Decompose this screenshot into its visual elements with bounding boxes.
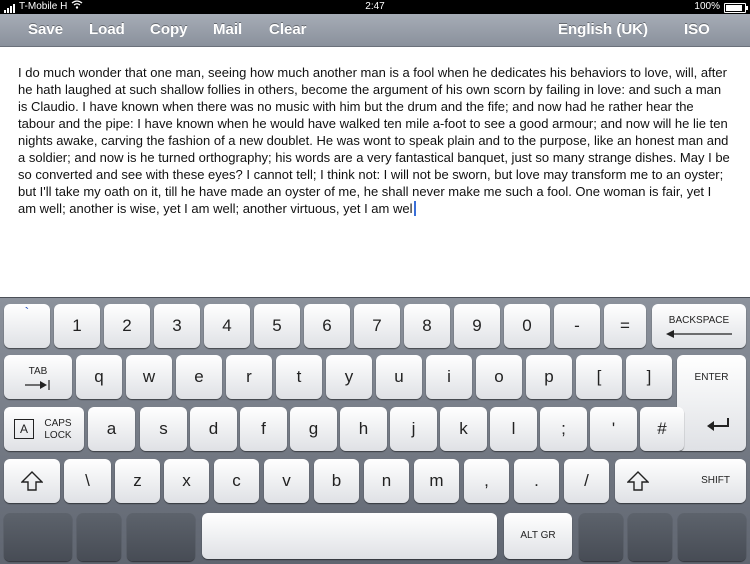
key-v[interactable]: v bbox=[264, 459, 309, 503]
blank-key-4[interactable] bbox=[579, 513, 623, 561]
battery-icon bbox=[724, 2, 748, 13]
key-4[interactable]: 4 bbox=[204, 304, 250, 348]
layout-button[interactable]: ISO bbox=[684, 14, 710, 46]
caps-lock-key[interactable]: A CAPS LOCK bbox=[4, 407, 84, 451]
enter-label: ENTER bbox=[694, 372, 729, 383]
save-button[interactable]: Save bbox=[28, 14, 63, 46]
key-n[interactable]: n bbox=[364, 459, 409, 503]
key-period[interactable]: . bbox=[514, 459, 559, 503]
key-g[interactable]: g bbox=[290, 407, 337, 451]
tab-label: TAB bbox=[28, 366, 48, 377]
right-shift-key[interactable]: SHIFT bbox=[615, 459, 746, 503]
key-s[interactable]: s bbox=[140, 407, 187, 451]
key-t[interactable]: t bbox=[276, 355, 322, 399]
key-left-bracket[interactable]: [ bbox=[576, 355, 622, 399]
key-backslash[interactable]: \ bbox=[64, 459, 111, 503]
key-i[interactable]: i bbox=[426, 355, 472, 399]
key-l[interactable]: l bbox=[490, 407, 537, 451]
load-button[interactable]: Load bbox=[89, 14, 125, 46]
enter-key[interactable]: ENTER bbox=[677, 355, 746, 451]
key-h[interactable]: h bbox=[340, 407, 387, 451]
key-j[interactable]: j bbox=[390, 407, 437, 451]
status-bar: T-Mobile H 2:47 100% bbox=[0, 0, 750, 14]
key-2[interactable]: 2 bbox=[104, 304, 150, 348]
shift-label: SHIFT bbox=[701, 475, 730, 486]
left-shift-key[interactable] bbox=[4, 459, 60, 503]
key-minus[interactable]: - bbox=[554, 304, 600, 348]
key-b[interactable]: b bbox=[314, 459, 359, 503]
key-r[interactable]: r bbox=[226, 355, 272, 399]
key-e[interactable]: e bbox=[176, 355, 222, 399]
status-right: 100% bbox=[694, 0, 748, 14]
key-slash[interactable]: / bbox=[564, 459, 609, 503]
key-f[interactable]: f bbox=[240, 407, 287, 451]
key-c[interactable]: c bbox=[214, 459, 259, 503]
key-9[interactable]: 9 bbox=[454, 304, 500, 348]
key-7[interactable]: 7 bbox=[354, 304, 400, 348]
key-m[interactable]: m bbox=[414, 459, 459, 503]
key-apostrophe[interactable]: ' bbox=[590, 407, 637, 451]
key-6[interactable]: 6 bbox=[304, 304, 350, 348]
mail-button[interactable]: Mail bbox=[213, 14, 242, 46]
text-editor[interactable]: I do much wonder that one man, seeing ho… bbox=[18, 64, 730, 284]
key-5[interactable]: 5 bbox=[254, 304, 300, 348]
backspace-label: BACKSPACE bbox=[668, 315, 730, 326]
key-1[interactable]: 1 bbox=[54, 304, 100, 348]
document-text: I do much wonder that one man, seeing ho… bbox=[18, 65, 730, 216]
keyboard: ` 1 2 3 4 5 6 7 8 9 0 - = BACKSPACE TAB … bbox=[0, 297, 750, 564]
key-a[interactable]: a bbox=[88, 407, 135, 451]
key-y[interactable]: y bbox=[326, 355, 372, 399]
battery-level bbox=[726, 4, 742, 11]
space-bar[interactable] bbox=[202, 513, 497, 559]
caps-lock-label: CAPS LOCK bbox=[40, 418, 76, 442]
clear-button[interactable]: Clear bbox=[269, 14, 307, 46]
language-button[interactable]: English (UK) bbox=[558, 14, 648, 46]
blank-key-2[interactable] bbox=[77, 513, 121, 561]
copy-button[interactable]: Copy bbox=[150, 14, 188, 46]
toolbar: Save Load Copy Mail Clear English (UK) I… bbox=[0, 14, 750, 47]
key-q[interactable]: q bbox=[76, 355, 122, 399]
key-p[interactable]: p bbox=[526, 355, 572, 399]
alt-gr-key[interactable]: ALT GR bbox=[504, 513, 572, 559]
clock: 2:47 bbox=[365, 1, 385, 12]
text-caret bbox=[413, 201, 416, 216]
key-backtick[interactable]: ` bbox=[4, 304, 50, 348]
key-d[interactable]: d bbox=[190, 407, 237, 451]
key-3[interactable]: 3 bbox=[154, 304, 200, 348]
key-o[interactable]: o bbox=[476, 355, 522, 399]
caps-lock-line1: CAPS bbox=[44, 418, 72, 429]
caps-lock-indicator: A bbox=[14, 419, 34, 439]
key-x[interactable]: x bbox=[164, 459, 209, 503]
caps-lock-line2: LOCK bbox=[44, 430, 72, 441]
blank-key-1[interactable] bbox=[4, 513, 72, 561]
key-w[interactable]: w bbox=[126, 355, 172, 399]
key-right-bracket[interactable]: ] bbox=[626, 355, 672, 399]
key-hash[interactable]: # bbox=[640, 407, 684, 451]
key-8[interactable]: 8 bbox=[404, 304, 450, 348]
tab-key[interactable]: TAB bbox=[4, 355, 72, 399]
key-equals[interactable]: = bbox=[604, 304, 646, 348]
blank-key-5[interactable] bbox=[628, 513, 672, 561]
battery-percent: 100% bbox=[694, 1, 720, 12]
key-comma[interactable]: , bbox=[464, 459, 509, 503]
blank-key-3[interactable] bbox=[127, 513, 195, 561]
key-z[interactable]: z bbox=[115, 459, 160, 503]
key-u[interactable]: u bbox=[376, 355, 422, 399]
key-semicolon[interactable]: ; bbox=[540, 407, 587, 451]
key-0[interactable]: 0 bbox=[504, 304, 550, 348]
blank-key-6[interactable] bbox=[678, 513, 746, 561]
backspace-key[interactable]: BACKSPACE bbox=[652, 304, 746, 348]
key-k[interactable]: k bbox=[440, 407, 487, 451]
